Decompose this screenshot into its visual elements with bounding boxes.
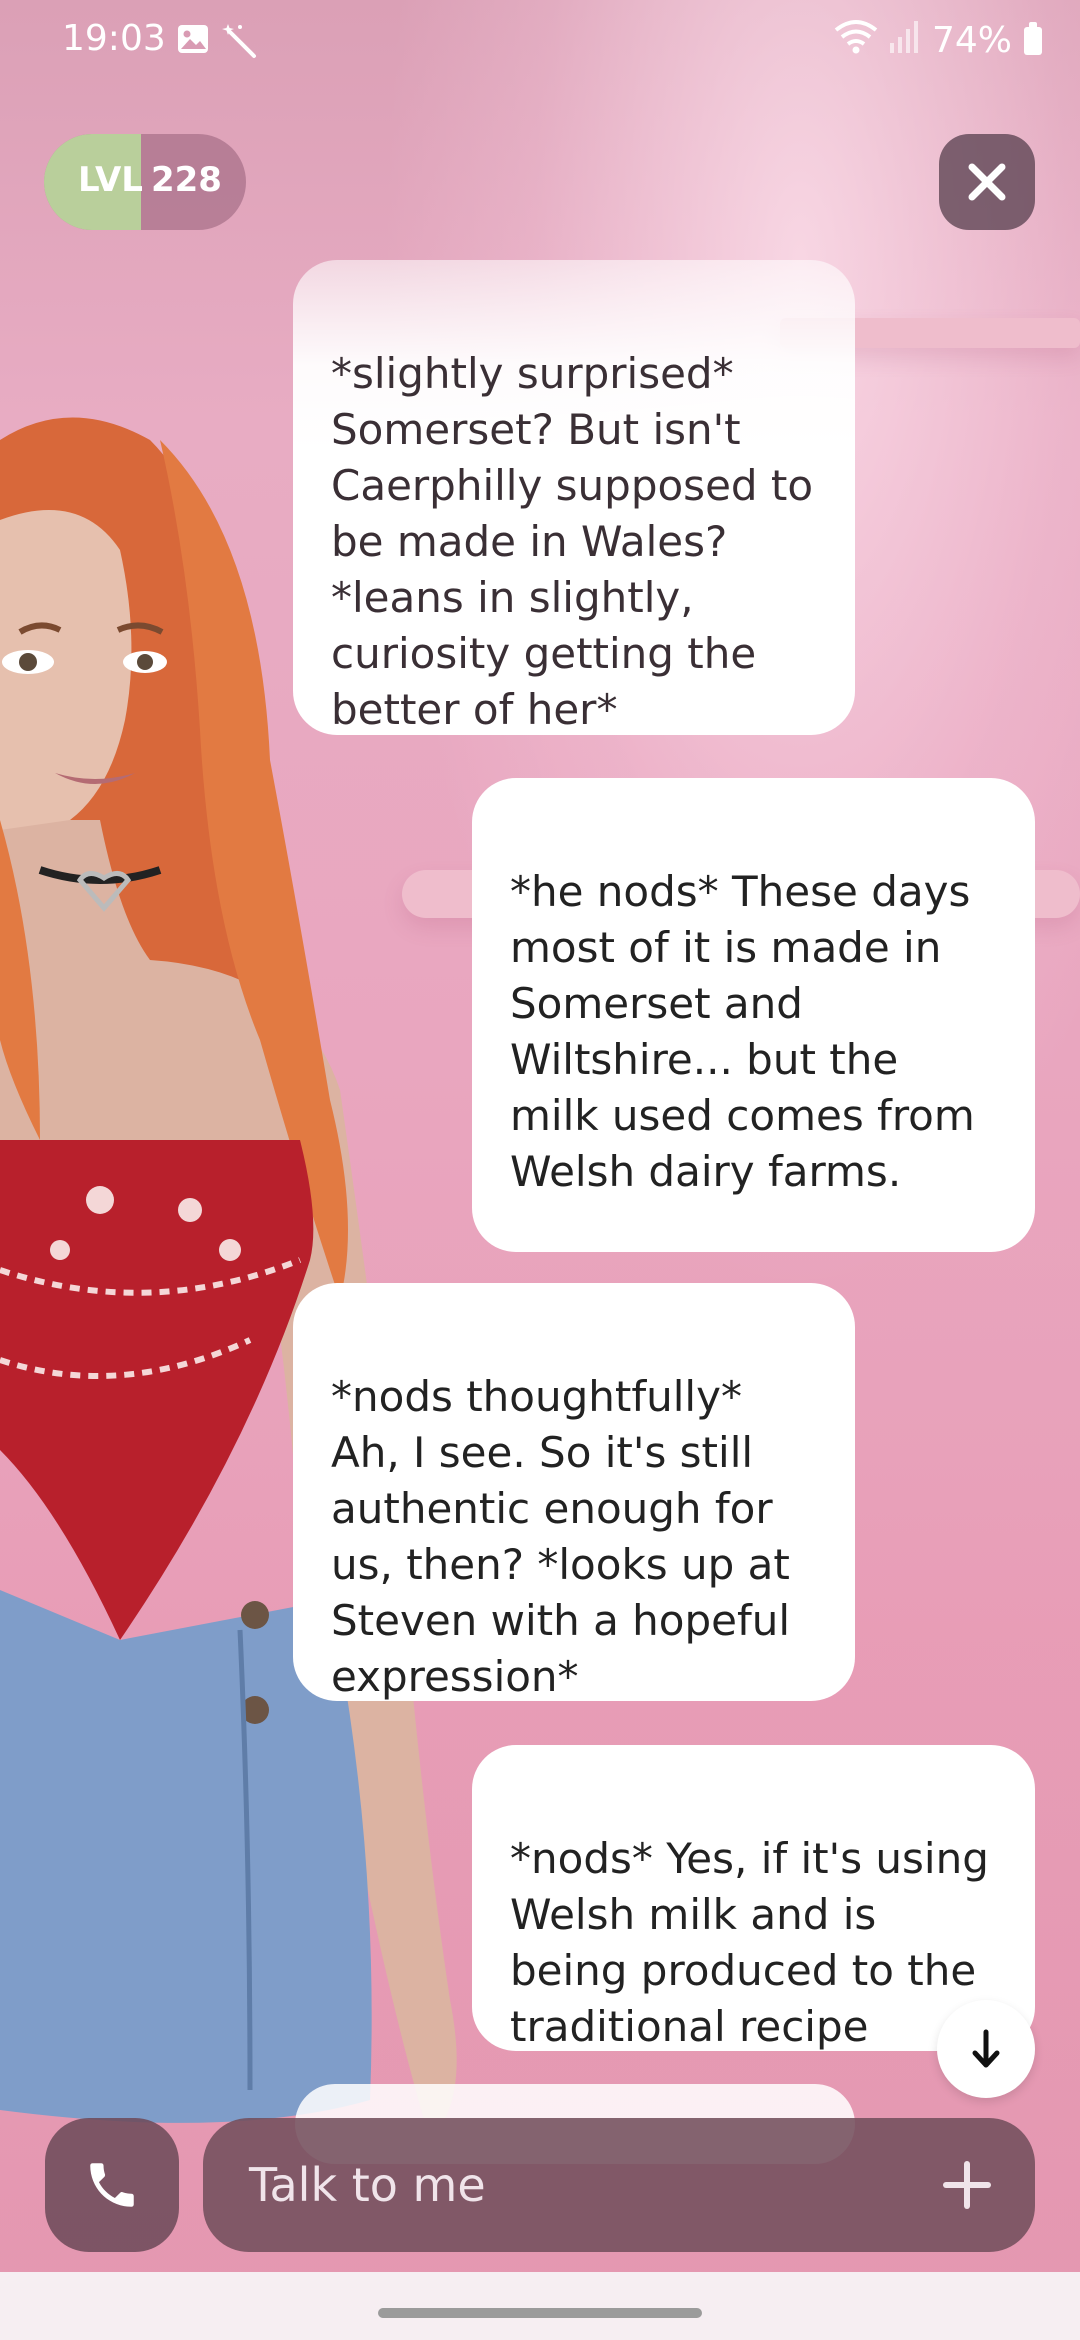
level-badge[interactable]: LVL 228 bbox=[44, 134, 246, 230]
message-text: *slightly surprised* Somerset? But isn't… bbox=[331, 349, 814, 734]
status-time: 19:03 bbox=[62, 18, 166, 59]
level-prefix: LVL bbox=[78, 160, 143, 200]
home-indicator[interactable] bbox=[378, 2308, 702, 2318]
message-input[interactable]: Talk to me bbox=[203, 2118, 1035, 2252]
call-button[interactable] bbox=[45, 2118, 179, 2252]
status-bar: 19:03 74% bbox=[0, 0, 1080, 80]
battery-icon bbox=[1024, 21, 1042, 55]
image-icon bbox=[176, 22, 210, 65]
message-input-placeholder: Talk to me bbox=[249, 2158, 486, 2212]
message-bubble-companion: *slightly surprised* Somerset? But isn't… bbox=[293, 260, 855, 735]
magic-wand-icon bbox=[220, 22, 260, 71]
battery-percent: 74% bbox=[931, 20, 1012, 61]
message-bubble-user: *he nods* These days most of it is made … bbox=[472, 778, 1035, 1252]
signal-icon bbox=[889, 19, 920, 62]
close-button[interactable] bbox=[939, 134, 1035, 230]
status-right: 74% bbox=[834, 18, 1042, 63]
attach-button[interactable] bbox=[935, 2153, 999, 2217]
close-icon bbox=[968, 163, 1006, 201]
message-text: *nods* Yes, if it's using Welsh milk and… bbox=[510, 1834, 989, 2051]
arrow-down-icon bbox=[972, 2029, 1000, 2068]
message-text: *nods thoughtfully* Ah, I see. So it's s… bbox=[331, 1372, 791, 1701]
scroll-to-bottom-button[interactable] bbox=[937, 2000, 1035, 2098]
plus-icon bbox=[943, 2161, 991, 2209]
wifi-icon bbox=[834, 18, 878, 63]
message-bubble-companion: *nods thoughtfully* Ah, I see. So it's s… bbox=[293, 1283, 855, 1701]
message-text: *he nods* These days most of it is made … bbox=[510, 867, 975, 1196]
message-bubble-user: *nods* Yes, if it's using Welsh milk and… bbox=[472, 1745, 1035, 2051]
level-value: 228 bbox=[150, 160, 222, 200]
system-nav-bar bbox=[0, 2272, 1080, 2340]
level-text: LVL 228 bbox=[78, 160, 222, 200]
phone-icon bbox=[90, 2163, 134, 2207]
